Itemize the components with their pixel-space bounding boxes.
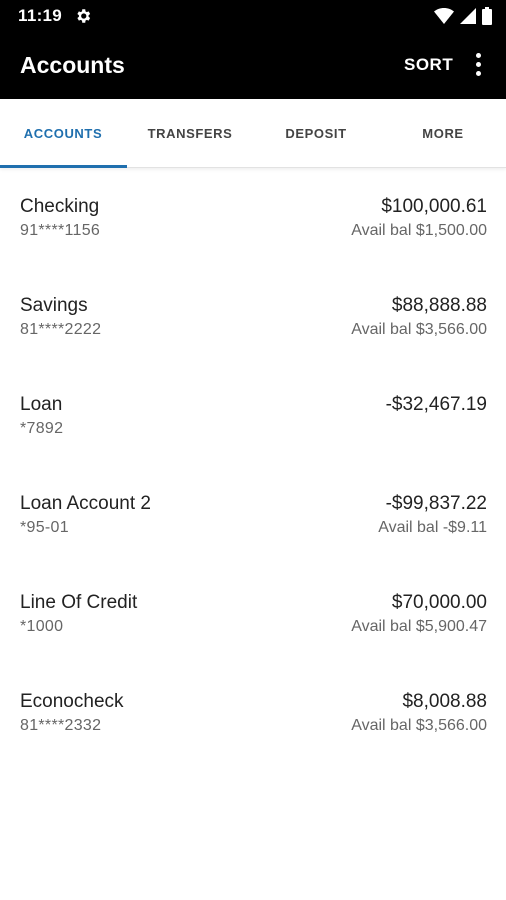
account-balance: $88,888.88 [391,295,487,316]
account-balance: $100,000.61 [381,196,487,217]
account-name: Econocheck [20,691,124,712]
account-name: Line Of Credit [20,592,138,613]
account-name: Checking [20,196,100,217]
account-name: Loan Account 2 [20,493,151,514]
available-balance: Avail bal $3,566.00 [351,321,487,338]
wifi-icon [434,8,454,24]
account-row-checking[interactable]: Checking 91****1156 $100,000.61 Avail ba… [0,168,506,267]
account-number: 81****2222 [20,321,102,338]
account-row-econocheck[interactable]: Econocheck 81****2332 $8,008.88 Avail ba… [0,663,506,762]
tab-accounts[interactable]: ACCOUNTS [0,99,126,167]
available-balance: Avail bal $3,566.00 [351,717,487,734]
page-title: Accounts [20,52,125,78]
account-balance: $8,008.88 [402,691,487,712]
account-row-line-of-credit[interactable]: Line Of Credit *1000 $70,000.00 Avail ba… [0,564,506,663]
account-number: *1000 [20,618,64,635]
account-number: 91****1156 [20,222,101,239]
sort-button[interactable]: SORT [404,55,453,75]
status-time: 11:19 [18,6,63,25]
tab-bar: ACCOUNTS TRANSFERS DEPOSIT MORE [0,99,506,168]
battery-icon [482,7,492,25]
available-balance: Avail bal -$9.11 [378,519,487,536]
account-balance: -$32,467.19 [385,394,487,415]
account-row-savings[interactable]: Savings 81****2222 $88,888.88 Avail bal … [0,267,506,366]
tab-deposit[interactable]: DEPOSIT [253,99,379,167]
more-vert-icon[interactable] [468,50,490,80]
tab-more[interactable]: MORE [380,99,506,167]
status-icons [434,6,492,26]
app-bar: Accounts SORT [0,32,506,99]
account-balance: -$99,837.22 [385,493,487,514]
account-name: Savings [20,295,88,316]
account-row-loan[interactable]: Loan *7892 -$32,467.19 [0,366,506,465]
account-number: *95-01 [20,519,69,536]
available-balance: Avail bal $5,900.47 [351,618,487,635]
account-number: *7892 [20,420,64,437]
signal-icon [460,8,476,24]
available-balance: Avail bal $1,500.00 [351,222,487,239]
settings-icon [77,9,91,23]
status-bar: 11:19 [0,0,506,32]
account-row-loan-account-2[interactable]: Loan Account 2 *95-01 -$99,837.22 Avail … [0,465,506,564]
account-number: 81****2332 [20,717,102,734]
account-name: Loan [20,394,63,415]
account-balance: $70,000.00 [391,592,487,613]
tab-transfers[interactable]: TRANSFERS [127,99,253,167]
